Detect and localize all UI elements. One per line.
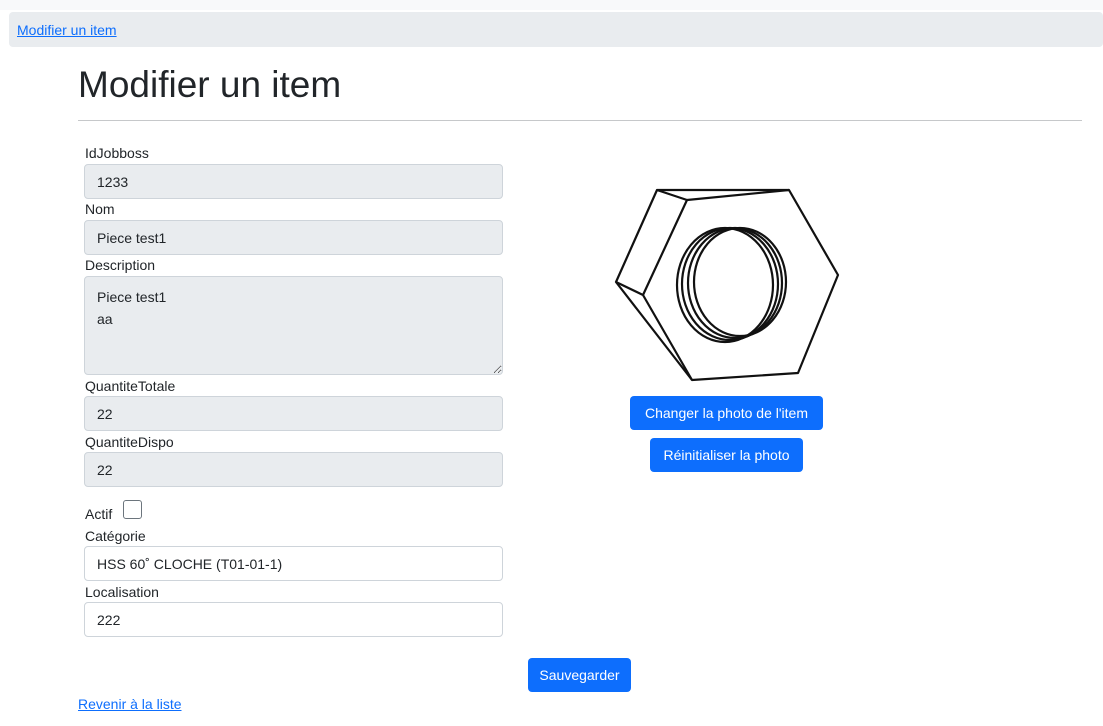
idjobboss-field[interactable] <box>84 164 503 199</box>
localisation-field[interactable] <box>84 602 503 637</box>
page-title: Modifier un item <box>78 64 342 105</box>
change-photo-button[interactable]: Changer la photo de l'item <box>630 396 823 430</box>
quantite-dispo-label: QuantiteDispo <box>85 434 174 450</box>
top-bar <box>0 0 1103 10</box>
nom-field[interactable] <box>84 220 503 255</box>
back-to-list-link[interactable]: Revenir à la liste <box>78 696 182 712</box>
categorie-label: Catégorie <box>85 528 146 544</box>
localisation-label: Localisation <box>85 584 159 600</box>
save-button[interactable]: Sauvegarder <box>528 658 631 692</box>
description-field[interactable]: Piece test1 aa <box>84 276 503 375</box>
hex-nut-icon <box>614 188 840 382</box>
description-label: Description <box>85 257 156 273</box>
categorie-field[interactable] <box>84 546 503 581</box>
divider <box>78 120 1082 121</box>
breadcrumb: Modifier un item <box>9 12 1103 47</box>
quantite-totale-field[interactable] <box>84 396 503 431</box>
actif-checkbox[interactable] <box>123 500 142 519</box>
nom-label: Nom <box>85 201 115 217</box>
quantite-dispo-field[interactable] <box>84 452 503 487</box>
idjobboss-label: IdJobboss <box>85 145 149 161</box>
reset-photo-button[interactable]: Réinitialiser la photo <box>650 438 803 472</box>
quantite-totale-label: QuantiteTotale <box>85 378 176 394</box>
actif-label: Actif <box>85 506 113 522</box>
breadcrumb-link[interactable]: Modifier un item <box>17 22 117 38</box>
